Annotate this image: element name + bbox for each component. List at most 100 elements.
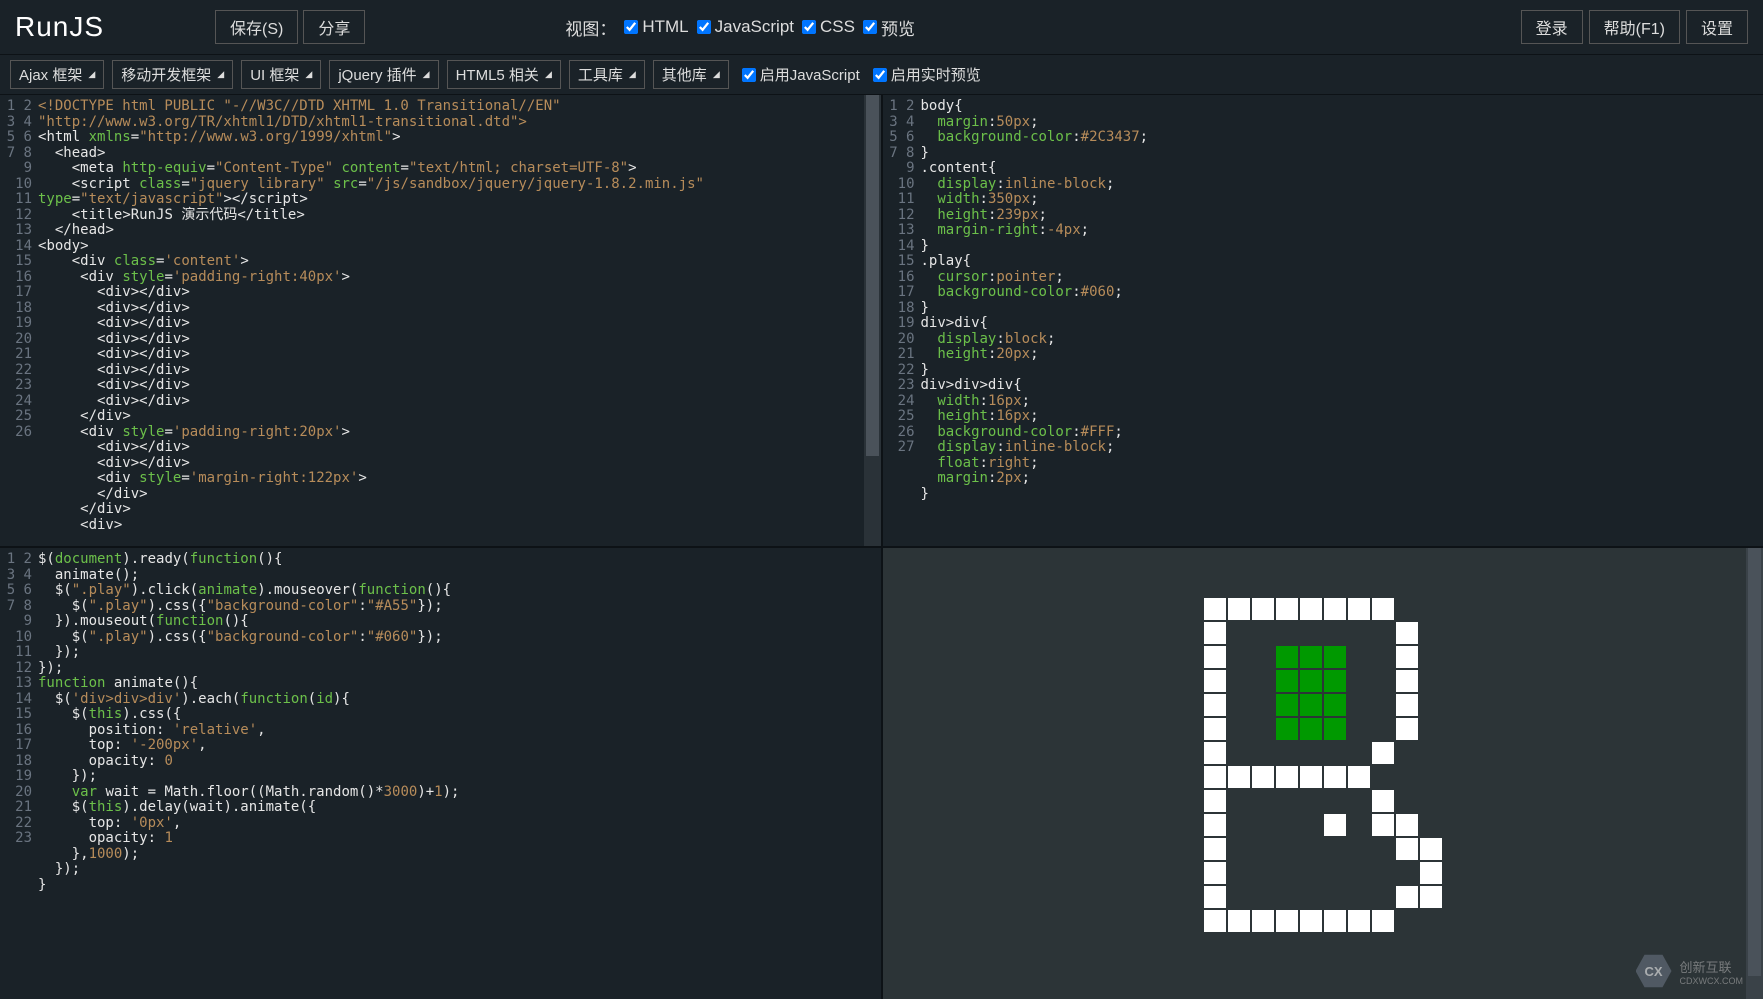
- settings-button[interactable]: 设置: [1686, 10, 1748, 44]
- css-editor[interactable]: body{ margin:50px; background-color:#2C3…: [921, 95, 1763, 546]
- html-gutter: 1 2 3 4 5 6 7 8 9 10 11 12 13 14 15 16 1…: [0, 95, 38, 546]
- pixel: [1324, 598, 1346, 620]
- pixel: [1348, 742, 1370, 764]
- watermark: CX 创新互联 CDXWCX.COM: [1636, 953, 1744, 989]
- play-pixel[interactable]: [1300, 670, 1322, 692]
- pixel: [1276, 886, 1298, 908]
- pixel: [1324, 814, 1346, 836]
- pixel: [1300, 598, 1322, 620]
- play-pixel[interactable]: [1276, 646, 1298, 668]
- dropdown-html5[interactable]: HTML5 相关: [447, 60, 561, 89]
- dropdown-ui[interactable]: UI 框架: [241, 60, 321, 89]
- pixel: [1420, 910, 1442, 932]
- pixel: [1204, 694, 1226, 716]
- pixel: [1276, 598, 1298, 620]
- dropdown-other[interactable]: 其他库: [653, 60, 729, 89]
- dropdown-jquery[interactable]: jQuery 插件: [329, 60, 438, 89]
- view-check-preview[interactable]: 预览: [863, 15, 915, 40]
- view-checks: 视图： HTML JavaScript CSS 预览: [565, 15, 915, 40]
- pixel: [1276, 910, 1298, 932]
- watermark-sub: CDXWCX.COM: [1680, 976, 1744, 986]
- pixel: [1300, 886, 1322, 908]
- pixel: [1300, 742, 1322, 764]
- view-check-css[interactable]: CSS: [802, 17, 855, 37]
- pixel: [1228, 694, 1250, 716]
- pixel: [1276, 862, 1298, 884]
- play-pixel[interactable]: [1276, 718, 1298, 740]
- pixel: [1348, 814, 1370, 836]
- pixel: [1372, 646, 1394, 668]
- pixel: [1348, 886, 1370, 908]
- play-pixel[interactable]: [1324, 718, 1346, 740]
- watermark-text: 创新互联: [1680, 957, 1744, 976]
- play-pixel[interactable]: [1324, 670, 1346, 692]
- pixel: [1276, 622, 1298, 644]
- html-editor[interactable]: <!DOCTYPE html PUBLIC "-//W3C//DTD XHTML…: [38, 95, 881, 546]
- pixel: [1348, 838, 1370, 860]
- pixel: [1204, 838, 1226, 860]
- pixel: [1420, 694, 1442, 716]
- pixel: [1420, 742, 1442, 764]
- pixel: [1396, 814, 1418, 836]
- scrollbar-thumb[interactable]: [1748, 548, 1761, 976]
- dropdown-ajax[interactable]: Ajax 框架: [10, 60, 104, 89]
- pixel: [1252, 670, 1274, 692]
- share-button[interactable]: 分享: [303, 10, 365, 44]
- pixel: [1252, 742, 1274, 764]
- pixel: [1276, 766, 1298, 788]
- pixel: [1228, 790, 1250, 812]
- pixel: [1204, 718, 1226, 740]
- enable-js-check[interactable]: 启用JavaScript: [742, 64, 860, 85]
- pixel: [1396, 910, 1418, 932]
- pixel: [1228, 814, 1250, 836]
- view-check-js[interactable]: JavaScript: [697, 17, 794, 37]
- js-editor[interactable]: $(document).ready(function(){ animate();…: [38, 548, 881, 999]
- pixel: [1204, 766, 1226, 788]
- pixel: [1420, 814, 1442, 836]
- pixel: [1396, 790, 1418, 812]
- dropdown-tools[interactable]: 工具库: [569, 60, 645, 89]
- pixel: [1204, 742, 1226, 764]
- pixel: [1372, 766, 1394, 788]
- play-pixel[interactable]: [1300, 646, 1322, 668]
- pixel: [1324, 766, 1346, 788]
- pixel: [1324, 742, 1346, 764]
- pixel: [1252, 766, 1274, 788]
- play-pixel[interactable]: [1276, 694, 1298, 716]
- play-pixel[interactable]: [1324, 646, 1346, 668]
- scrollbar[interactable]: [864, 95, 881, 546]
- dropdown-mobile[interactable]: 移动开发框架: [112, 60, 233, 89]
- help-button[interactable]: 帮助(F1): [1589, 10, 1680, 44]
- view-check-html[interactable]: HTML: [624, 17, 688, 37]
- pixel: [1348, 790, 1370, 812]
- enable-live-preview-check[interactable]: 启用实时预览: [873, 64, 981, 85]
- play-pixel[interactable]: [1300, 718, 1322, 740]
- pixel: [1372, 622, 1394, 644]
- pixel: [1204, 886, 1226, 908]
- top-right: 登录 帮助(F1) 设置: [1521, 10, 1748, 44]
- pixel: [1204, 670, 1226, 692]
- scrollbar-thumb[interactable]: [866, 95, 879, 456]
- play-pixel[interactable]: [1324, 694, 1346, 716]
- pixel: [1228, 670, 1250, 692]
- pixel: [1396, 622, 1418, 644]
- pixel: [1228, 910, 1250, 932]
- pixel: [1396, 862, 1418, 884]
- pixel: [1228, 766, 1250, 788]
- pixel: [1252, 694, 1274, 716]
- pixel: [1420, 838, 1442, 860]
- login-button[interactable]: 登录: [1521, 10, 1583, 44]
- play-pixel[interactable]: [1276, 670, 1298, 692]
- html-pane: 1 2 3 4 5 6 7 8 9 10 11 12 13 14 15 16 1…: [0, 95, 881, 546]
- topbar: RunJS 保存(S) 分享 视图： HTML JavaScript CSS 预…: [0, 0, 1763, 55]
- preview-scrollbar[interactable]: [1746, 548, 1763, 999]
- pixel: [1372, 838, 1394, 860]
- pixel: [1348, 622, 1370, 644]
- pixel: [1348, 598, 1370, 620]
- js-gutter: 1 2 3 4 5 6 7 8 9 10 11 12 13 14 15 16 1…: [0, 548, 38, 999]
- pixel: [1228, 742, 1250, 764]
- pixel: [1396, 670, 1418, 692]
- save-button[interactable]: 保存(S): [215, 10, 298, 44]
- pixel: [1252, 838, 1274, 860]
- play-pixel[interactable]: [1300, 694, 1322, 716]
